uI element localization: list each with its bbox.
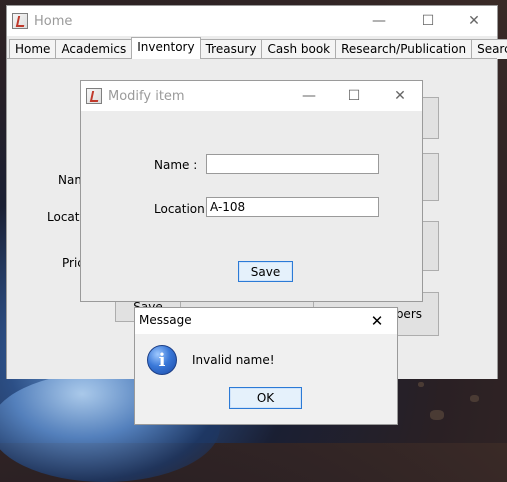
asteroid-graphic: [418, 382, 424, 387]
asteroid-graphic: [470, 395, 479, 402]
java-app-icon: [12, 13, 28, 29]
close-button[interactable]: ✕: [377, 81, 423, 111]
info-icon: i: [147, 345, 177, 375]
dialog-title: Modify item: [108, 89, 185, 104]
minimize-button[interactable]: —: [356, 6, 402, 36]
ok-button[interactable]: OK: [229, 387, 302, 409]
message-text: Invalid name!: [192, 353, 275, 367]
maximize-button[interactable]: ☐: [405, 6, 451, 36]
location-label: Location :: [154, 202, 213, 216]
window-title: Home: [34, 14, 73, 29]
asteroid-graphic: [430, 410, 444, 420]
tab-home[interactable]: Home: [9, 39, 57, 59]
java-app-icon: [86, 88, 102, 104]
tab-research-publication[interactable]: Research/Publication: [335, 39, 473, 59]
home-title-bar[interactable]: Home — ☐ ✕: [7, 6, 497, 36]
location-input[interactable]: A-108: [206, 197, 379, 217]
modify-item-dialog: Modify item — ☐ ✕ Name : Location : A-10…: [80, 80, 423, 302]
tab-inventory[interactable]: Inventory: [131, 37, 201, 59]
name-input[interactable]: [206, 154, 379, 174]
tab-treasury[interactable]: Treasury: [199, 39, 263, 59]
message-title-bar[interactable]: Message ✕: [135, 308, 397, 334]
close-button[interactable]: ✕: [357, 306, 397, 336]
tab-search[interactable]: Search: [471, 39, 507, 59]
modify-title-bar[interactable]: Modify item — ☐ ✕: [81, 81, 422, 111]
name-label: Name :: [154, 158, 198, 172]
save-button[interactable]: Save: [238, 261, 293, 282]
message-dialog: Message ✕ i Invalid name! OK: [134, 307, 398, 425]
tab-bar: Home Academics Inventory Treasury Cash b…: [9, 37, 507, 59]
minimize-button[interactable]: —: [286, 81, 332, 111]
maximize-button[interactable]: ☐: [331, 81, 377, 111]
dialog-title: Message: [139, 313, 192, 327]
tab-academics[interactable]: Academics: [55, 39, 133, 59]
close-button[interactable]: ✕: [451, 6, 497, 36]
tab-cash-book[interactable]: Cash book: [261, 39, 337, 59]
